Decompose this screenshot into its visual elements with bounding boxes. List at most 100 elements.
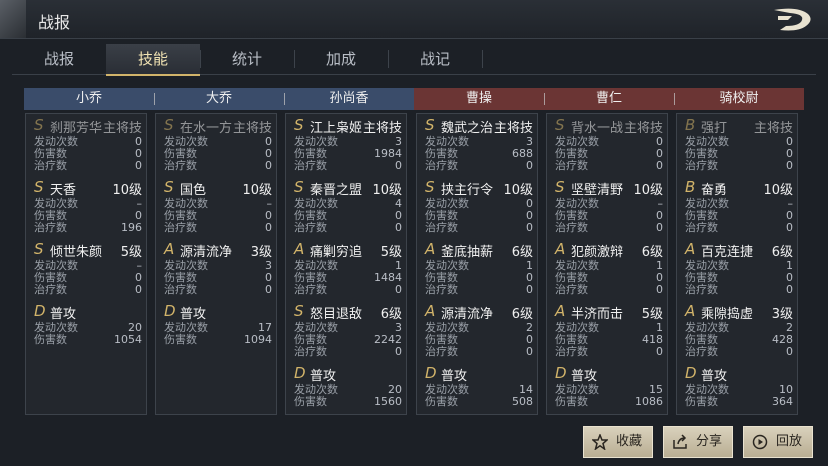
skill-name: 普攻 (50, 307, 77, 322)
stat-label: 伤害数 (555, 395, 588, 408)
skill-grade: D (164, 302, 176, 320)
stat-value: 0 (395, 159, 402, 172)
skill-name: 魏武之治 (441, 121, 494, 136)
skill-grade: S (34, 116, 44, 134)
skill-header: D 普攻 (417, 364, 539, 384)
skill-name: 源清流净 (441, 307, 494, 322)
replay-button[interactable]: 回放 (743, 426, 813, 458)
tab-battle-report[interactable]: 战报 (12, 44, 106, 74)
skill-entry[interactable]: D 普攻 发动次数 10 伤害数 364 (677, 364, 799, 408)
skill-header: A 半济而击 5级 (547, 302, 669, 322)
skill-entry[interactable]: B 奋勇 10级 发动次数 – 伤害数 0 治疗数 0 (677, 178, 799, 234)
skill-header: D 普攻 (547, 364, 669, 384)
skill-header: S 魏武之治 主将技 (417, 116, 539, 136)
skill-grade: A (425, 302, 436, 320)
skill-grade: B (685, 178, 696, 196)
general-skill-column: S 在水一方 主将技 发动次数 0 伤害数 0 治疗数 0 S 国色 10级 发动次数 – 伤害数 0 治疗数 0… (155, 113, 277, 415)
skill-stat-row: 伤害数 1094 (156, 334, 278, 346)
skill-grade: A (685, 240, 696, 258)
skill-entry[interactable]: A 百克连捷 6级 发动次数 1 伤害数 0 治疗数 0 (677, 240, 799, 296)
skill-header: S 国色 10级 (156, 178, 278, 198)
skill-level: 10级 (372, 183, 402, 198)
skill-entry[interactable]: A 乘隙捣虚 3级 发动次数 2 伤害数 428 治疗数 0 (677, 302, 799, 358)
skill-entry[interactable]: A 源清流净 6级 发动次数 2 伤害数 0 治疗数 0 (417, 302, 539, 358)
skill-header: D 普攻 (26, 302, 148, 322)
skill-stat-row: 治疗数 0 (547, 222, 669, 234)
skill-entry[interactable]: A 源清流净 3级 发动次数 3 伤害数 0 治疗数 0 (156, 240, 278, 296)
tab-bonus[interactable]: 加成 (294, 44, 388, 74)
skill-grade: A (555, 240, 566, 258)
skill-level: 主将技 (232, 121, 272, 136)
skill-entry[interactable]: A 犯颜激辩 6级 发动次数 1 伤害数 0 治疗数 0 (547, 240, 669, 296)
stat-value: 0 (656, 345, 663, 358)
skill-stat-row: 伤害数 1560 (286, 396, 408, 408)
stat-value: 0 (656, 283, 663, 296)
skill-entry[interactable]: S 背水一战 主将技 发动次数 0 伤害数 0 治疗数 0 (547, 116, 669, 172)
skill-entry[interactable]: S 在水一方 主将技 发动次数 0 伤害数 0 治疗数 0 (156, 116, 278, 172)
skill-grade: D (294, 364, 306, 382)
skill-stat-row: 治疗数 0 (156, 222, 278, 234)
skill-header: S 倾世朱颜 5级 (26, 240, 148, 260)
skill-stat-row: 治疗数 0 (286, 346, 408, 358)
skill-stat-row: 伤害数 364 (677, 396, 799, 408)
stat-value: 0 (135, 159, 142, 172)
skill-stat-row: 伤害数 1086 (547, 396, 669, 408)
skill-header: B 强打 主将技 (677, 116, 799, 136)
skill-grade: S (555, 178, 565, 196)
tab-battle-log[interactable]: 战记 (388, 44, 482, 74)
skill-level: 10级 (242, 183, 272, 198)
stat-label: 治疗数 (685, 221, 718, 234)
general-skill-column: S 魏武之治 主将技 发动次数 3 伤害数 688 治疗数 0 S 挟主行令 10级 发动次数 0 伤害数 0… (416, 113, 538, 415)
skill-name: 背水一战 (571, 121, 624, 136)
skill-header: A 源清流净 3级 (156, 240, 278, 260)
stat-label: 治疗数 (685, 159, 718, 172)
skill-entry[interactable]: S 国色 10级 发动次数 – 伤害数 0 治疗数 0 (156, 178, 278, 234)
skill-entry[interactable]: A 釜底抽薪 6级 发动次数 1 伤害数 0 治疗数 0 (417, 240, 539, 296)
stat-label: 治疗数 (685, 283, 718, 296)
skill-header: D 普攻 (286, 364, 408, 384)
skill-entry[interactable]: S 天香 10级 发动次数 – 伤害数 0 治疗数 196 (26, 178, 148, 234)
skill-entry[interactable]: S 刹那芳华 主将技 发动次数 0 伤害数 0 治疗数 0 (26, 116, 148, 172)
skill-grade: S (425, 178, 435, 196)
skill-entry[interactable]: D 普攻 发动次数 20 伤害数 1054 (26, 302, 148, 346)
dragon-logo-icon (774, 8, 811, 31)
skill-entry[interactable]: S 魏武之治 主将技 发动次数 3 伤害数 688 治疗数 0 (417, 116, 539, 172)
skill-stat-row: 治疗数 0 (156, 284, 278, 296)
title-bar: 战报 (0, 0, 828, 39)
share-button[interactable]: 分享 (663, 426, 733, 458)
stat-label: 治疗数 (34, 283, 67, 296)
skill-entry[interactable]: A 半济而击 5级 发动次数 1 伤害数 418 治疗数 0 (547, 302, 669, 358)
skill-entry[interactable]: S 江上枭姬 主将技 发动次数 3 伤害数 1984 治疗数 0 (286, 116, 408, 172)
skill-entry[interactable]: S 秦晋之盟 10级 发动次数 4 伤害数 0 治疗数 0 (286, 178, 408, 234)
skill-name: 釜底抽薪 (441, 245, 494, 260)
stat-label: 伤害数 (34, 333, 67, 346)
skill-entry[interactable]: D 普攻 发动次数 20 伤害数 1560 (286, 364, 408, 408)
stat-value: 0 (265, 283, 272, 296)
skill-level: 10级 (763, 183, 793, 198)
skill-entry[interactable]: A 痛剿穷追 5级 发动次数 1 伤害数 1484 治疗数 0 (286, 240, 408, 296)
stat-label: 治疗数 (685, 345, 718, 358)
skill-entry[interactable]: D 普攻 发动次数 17 伤害数 1094 (156, 302, 278, 346)
stat-value: 0 (395, 221, 402, 234)
skill-name: 江上枭姬 (310, 121, 363, 136)
skill-entry[interactable]: S 坚壁清野 10级 发动次数 – 伤害数 0 治疗数 0 (547, 178, 669, 234)
skill-entry[interactable]: S 怒目退敌 6级 发动次数 3 伤害数 2242 治疗数 0 (286, 302, 408, 358)
tab-statistics[interactable]: 统计 (200, 44, 294, 74)
skill-level: 10级 (503, 183, 533, 198)
tab-skills[interactable]: 技能 (106, 44, 200, 76)
skill-header: A 源清流净 6级 (417, 302, 539, 322)
skill-grade: D (425, 364, 437, 382)
skill-grade: S (34, 240, 44, 258)
favorite-button[interactable]: 收藏 (583, 426, 653, 458)
stat-label: 治疗数 (34, 159, 67, 172)
general-name: 曹操 (465, 91, 492, 106)
skill-entry[interactable]: D 普攻 发动次数 15 伤害数 1086 (547, 364, 669, 408)
skill-entry[interactable]: B 强打 主将技 发动次数 0 伤害数 0 治疗数 0 (677, 116, 799, 172)
skill-entry[interactable]: D 普攻 发动次数 14 伤害数 508 (417, 364, 539, 408)
skill-header: D 普攻 (677, 364, 799, 384)
stat-label: 治疗数 (425, 159, 458, 172)
skill-entry[interactable]: S 挟主行令 10级 发动次数 0 伤害数 0 治疗数 0 (417, 178, 539, 234)
skill-grade: A (164, 240, 175, 258)
skill-entry[interactable]: S 倾世朱颜 5级 发动次数 – 伤害数 0 治疗数 0 (26, 240, 148, 296)
replay-label: 回放 (776, 434, 803, 449)
